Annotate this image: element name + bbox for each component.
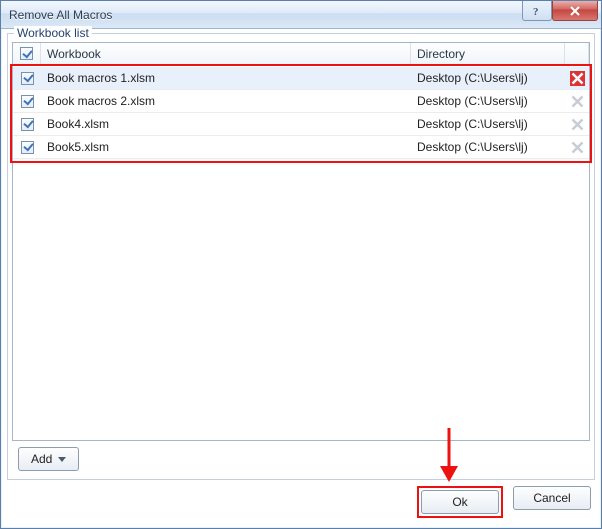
dialog-window: Remove All Macros ? Workbook list Workbo…	[0, 0, 602, 529]
remove-row-icon[interactable]	[570, 117, 585, 132]
rows-highlight-box: Book macros 1.xlsm Desktop (C:\Users\lj)…	[10, 64, 592, 163]
column-header-remove	[565, 43, 589, 64]
ok-highlight-box: Ok	[417, 486, 503, 518]
group-bottom-bar: Add	[12, 441, 590, 475]
row-directory: Desktop (C:\Users\lj)	[411, 90, 565, 112]
row-directory: Desktop (C:\Users\lj)	[411, 113, 565, 135]
remove-row-icon[interactable]	[570, 71, 585, 86]
workbook-list: Workbook Directory Book macros 1.xlsm De…	[12, 42, 590, 441]
group-legend: Workbook list	[14, 26, 92, 40]
column-header-checkbox[interactable]	[13, 43, 41, 64]
row-workbook-name: Book macros 1.xlsm	[41, 67, 411, 89]
remove-row-icon[interactable]	[570, 94, 585, 109]
titlebar: Remove All Macros ?	[1, 1, 601, 29]
column-header-workbook[interactable]: Workbook	[41, 43, 411, 64]
row-checkbox[interactable]	[21, 95, 34, 108]
row-directory: Desktop (C:\Users\lj)	[411, 67, 565, 89]
svg-text:?: ?	[533, 6, 539, 17]
row-directory: Desktop (C:\Users\lj)	[411, 136, 565, 158]
row-checkbox[interactable]	[21, 118, 34, 131]
close-button[interactable]	[552, 1, 598, 21]
column-header-row: Workbook Directory	[13, 43, 589, 65]
window-title: Remove All Macros	[9, 8, 522, 22]
add-button-label: Add	[31, 452, 52, 466]
table-row[interactable]: Book macros 1.xlsm Desktop (C:\Users\lj)	[13, 67, 589, 90]
row-workbook-name: Book5.xlsm	[41, 136, 411, 158]
select-all-checkbox[interactable]	[20, 47, 33, 60]
row-workbook-name: Book4.xlsm	[41, 113, 411, 135]
help-button[interactable]: ?	[522, 1, 552, 21]
ok-button-label: Ok	[452, 495, 467, 509]
window-buttons: ?	[522, 1, 601, 28]
cancel-button-label: Cancel	[533, 491, 570, 505]
table-row[interactable]: Book5.xlsm Desktop (C:\Users\lj)	[13, 136, 589, 159]
row-workbook-name: Book macros 2.xlsm	[41, 90, 411, 112]
chevron-down-icon	[58, 457, 66, 462]
row-checkbox[interactable]	[21, 141, 34, 154]
remove-row-icon[interactable]	[570, 140, 585, 155]
ok-button[interactable]: Ok	[421, 490, 499, 514]
table-row[interactable]: Book macros 2.xlsm Desktop (C:\Users\lj)	[13, 90, 589, 113]
column-header-directory[interactable]: Directory	[411, 43, 565, 64]
row-checkbox[interactable]	[21, 72, 34, 85]
add-button[interactable]: Add	[18, 447, 79, 471]
rows-area: Book macros 1.xlsm Desktop (C:\Users\lj)…	[13, 65, 589, 440]
table-row[interactable]: Book4.xlsm Desktop (C:\Users\lj)	[13, 113, 589, 136]
cancel-button[interactable]: Cancel	[513, 486, 591, 510]
dialog-footer: Ok Cancel	[1, 480, 601, 528]
workbook-list-group: Workbook list Workbook Directory Book ma…	[7, 33, 595, 480]
